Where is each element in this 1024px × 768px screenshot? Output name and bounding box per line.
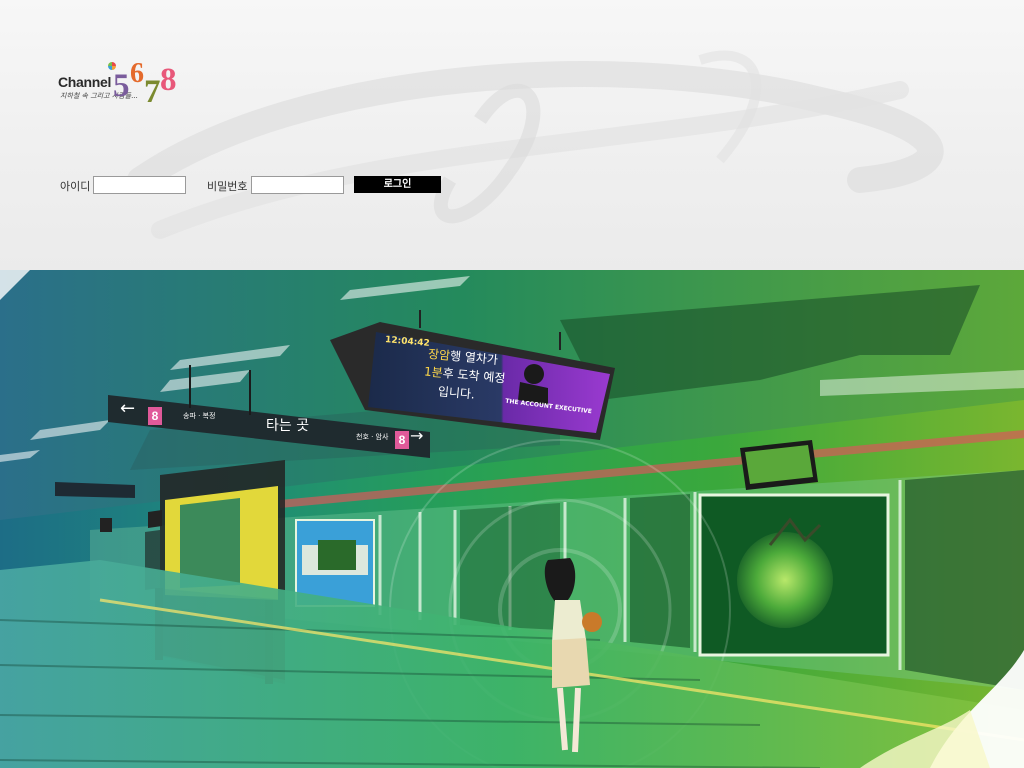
channel-5678-logo: Channel 지하철 속 그리고 사람들... 5 6 7 8 (58, 58, 188, 114)
id-input[interactable] (93, 176, 186, 194)
scene-artwork (0, 270, 1024, 768)
login-form: 아이디 비밀번호 로그인 (60, 176, 460, 194)
logo-digit-5: 5 (113, 68, 130, 104)
logo-digit-6: 6 (130, 58, 144, 89)
password-label: 비밀번호 (207, 180, 248, 193)
right-destination: 천호 · 암사 (356, 433, 389, 441)
id-label: 아이디 (60, 180, 91, 193)
logo-digit-7: 7 (144, 74, 161, 110)
platform-direction-sign: ← 8 송파 · 복정 타는 곳 천호 · 암사 8 → (108, 395, 430, 455)
right-arrow-icon: → (410, 426, 424, 445)
display-highlight-destination: 장암 (427, 346, 451, 363)
line-number-badge-left: 8 (148, 407, 162, 425)
display-highlight-time: 1분 (423, 364, 444, 381)
background-swoosh (127, 50, 944, 239)
logo-word: Channel (58, 74, 112, 90)
left-destination: 송파 · 복정 (183, 412, 216, 420)
subway-platform-illustration: ← 8 송파 · 복정 타는 곳 천호 · 암사 8 → 12:04:42 장암… (0, 270, 1024, 768)
header-area: Channel 지하철 속 그리고 사람들... 5 6 7 8 아이디 비밀번… (0, 0, 1024, 270)
left-arrow-icon: ← (120, 398, 136, 419)
line-number-badge-right: 8 (395, 431, 409, 449)
logo-digit-8: 8 (160, 62, 177, 98)
password-input[interactable] (251, 176, 344, 194)
login-button[interactable]: 로그인 (354, 176, 441, 193)
display-message-line3: 입니다. (437, 384, 476, 402)
boarding-label: 타는 곳 (266, 418, 310, 434)
